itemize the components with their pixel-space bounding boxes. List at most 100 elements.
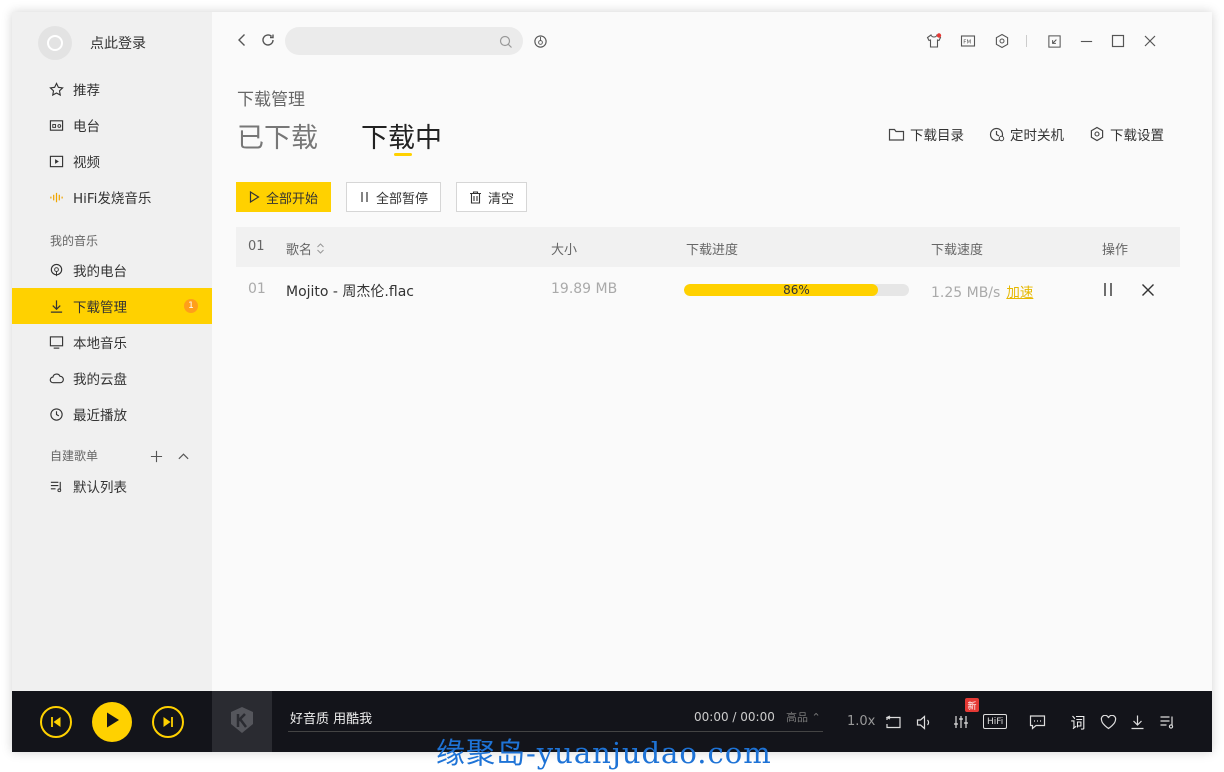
app-window: 点此登录 推荐 电台 视频 HiFi发烧音乐 我的音乐 我的电台 下载管理 1 xyxy=(12,12,1212,752)
download-folder-button[interactable]: 下载目录 xyxy=(888,124,964,144)
download-settings-button[interactable]: 下载设置 xyxy=(1089,124,1164,144)
maximize-icon[interactable] xyxy=(1110,33,1126,49)
clear-button[interactable]: 清空 xyxy=(456,182,528,212)
next-icon xyxy=(162,713,174,732)
column-name[interactable]: 歌名 xyxy=(286,239,325,258)
lyrics-toggle[interactable]: 词 xyxy=(1069,713,1087,732)
column-actions: 操作 xyxy=(1102,243,1129,258)
active-tab-indicator xyxy=(394,153,412,156)
user-login[interactable]: 点此登录 xyxy=(38,26,146,60)
download-icon[interactable] xyxy=(1128,713,1146,731)
settings-icon[interactable] xyxy=(994,33,1010,49)
sidebar-item-hifi[interactable]: HiFi发烧音乐 xyxy=(12,179,212,215)
play-icon xyxy=(249,191,260,203)
sidebar-item-cloud[interactable]: 我的云盘 xyxy=(12,360,212,396)
comment-icon[interactable] xyxy=(1028,713,1046,731)
close-icon[interactable] xyxy=(1142,33,1158,49)
volume-icon[interactable] xyxy=(915,713,933,731)
download-settings-label: 下载设置 xyxy=(1110,128,1164,144)
timed-shutdown-label: 定时关机 xyxy=(1010,128,1064,144)
watermark-text: 缘聚岛-yuanjudao.com xyxy=(436,736,772,770)
sidebar-item-download-manager[interactable]: 下载管理 1 xyxy=(12,288,212,324)
sidebar-item-label: 推荐 xyxy=(73,83,100,99)
quality-selector[interactable]: 高品 ⌃ xyxy=(786,709,821,725)
row-speed: 1.25 MB/s xyxy=(931,285,1001,301)
music-recognize-icon[interactable] xyxy=(532,33,548,49)
sidebar-item-recommend[interactable]: 推荐 xyxy=(12,71,212,107)
column-progress: 下载进度 xyxy=(686,243,739,258)
sidebar-item-label: HiFi发烧音乐 xyxy=(73,191,152,207)
sidebar-item-label: 最近播放 xyxy=(73,408,127,424)
sidebar-item-recent[interactable]: 最近播放 xyxy=(12,396,212,432)
row-index: 01 xyxy=(248,281,266,297)
sidebar: 点此登录 推荐 电台 视频 HiFi发烧音乐 我的音乐 我的电台 下载管理 1 xyxy=(12,12,212,691)
sidebar-item-radio[interactable]: 电台 xyxy=(12,107,212,143)
column-speed: 下载速度 xyxy=(931,243,984,258)
fm-icon[interactable]: FM xyxy=(960,33,976,49)
tab-downloading[interactable]: 下载中 xyxy=(361,116,442,155)
sidebar-item-label: 默认列表 xyxy=(73,480,127,496)
page-title: 下载管理 xyxy=(237,90,305,110)
minimize-icon[interactable] xyxy=(1078,33,1094,49)
refresh-icon[interactable] xyxy=(260,32,276,48)
row-song-name: Mojito - 周杰伦.flac xyxy=(286,284,414,300)
repeat-icon[interactable] xyxy=(884,713,902,731)
playlist-queue-icon[interactable] xyxy=(1158,713,1176,731)
next-button[interactable] xyxy=(152,706,184,738)
download-progress-label: 86% xyxy=(783,284,810,296)
previous-button[interactable] xyxy=(40,706,72,738)
search-icon[interactable] xyxy=(499,34,513,53)
avatar[interactable] xyxy=(38,26,72,60)
toolbar-divider xyxy=(1026,35,1027,47)
timed-shutdown-button[interactable]: 定时关机 xyxy=(989,124,1064,144)
heart-icon[interactable] xyxy=(1099,713,1117,731)
hifi-toggle[interactable]: HiFi xyxy=(983,714,1008,729)
timer-icon xyxy=(989,126,1005,142)
skin-icon[interactable] xyxy=(926,33,942,49)
sidebar-item-video[interactable]: 视频 xyxy=(12,143,212,179)
table-header: 01 歌名 大小 下载进度 下载速度 操作 xyxy=(236,227,1180,267)
pause-all-button[interactable]: 全部暂停 xyxy=(346,182,442,212)
mini-mode-icon[interactable] xyxy=(1046,33,1062,49)
playback-time: 00:00 / 00:00 xyxy=(694,710,775,724)
column-size: 大小 xyxy=(551,243,578,258)
row-remove-icon[interactable] xyxy=(1141,283,1155,301)
svg-text:FM: FM xyxy=(963,40,971,46)
pause-icon xyxy=(359,191,370,203)
sidebar-item-label: 下载管理 xyxy=(73,300,127,316)
sidebar-item-local-music[interactable]: 本地音乐 xyxy=(12,324,212,360)
section-playlists: 自建歌单 xyxy=(50,449,99,463)
clock-icon xyxy=(48,406,64,422)
album-cover[interactable] xyxy=(212,691,272,752)
row-speed-cell: 1.25 MB/s 加速 xyxy=(931,281,1033,301)
kuwo-logo-icon xyxy=(226,704,258,740)
chevron-up-icon[interactable] xyxy=(177,448,190,467)
search-input[interactable] xyxy=(285,27,523,55)
row-pause-icon[interactable] xyxy=(1102,282,1114,301)
download-folder-label: 下载目录 xyxy=(910,128,964,144)
cloud-icon xyxy=(48,370,64,386)
monitor-icon xyxy=(48,334,64,350)
back-icon[interactable] xyxy=(234,32,250,48)
add-playlist-icon[interactable] xyxy=(150,448,163,467)
equalizer-icon[interactable] xyxy=(952,713,970,731)
table-row[interactable]: 01 Mojito - 周杰伦.flac 19.89 MB 86% 1.25 M… xyxy=(236,268,1180,312)
now-playing-title: 好音质 用酷我 xyxy=(290,712,373,727)
download-progress-bar: 86% xyxy=(684,284,909,296)
login-label[interactable]: 点此登录 xyxy=(90,33,146,53)
sort-icon[interactable] xyxy=(316,243,325,258)
play-button[interactable] xyxy=(92,702,132,742)
sidebar-item-label: 电台 xyxy=(73,119,100,135)
sidebar-item-label: 视频 xyxy=(73,155,100,171)
trash-icon xyxy=(469,190,482,204)
sidebar-item-my-radio[interactable]: 我的电台 xyxy=(12,252,212,288)
download-icon xyxy=(48,298,64,314)
tab-downloaded[interactable]: 已下载 xyxy=(237,116,318,155)
sidebar-item-label: 本地音乐 xyxy=(73,336,127,352)
accelerate-link[interactable]: 加速 xyxy=(1006,285,1033,301)
folder-icon xyxy=(888,127,905,142)
sidebar-item-default-playlist[interactable]: 默认列表 xyxy=(12,468,212,504)
playlist-icon xyxy=(48,478,64,494)
playback-speed[interactable]: 1.0x xyxy=(847,714,875,729)
start-all-button[interactable]: 全部开始 xyxy=(236,182,332,212)
